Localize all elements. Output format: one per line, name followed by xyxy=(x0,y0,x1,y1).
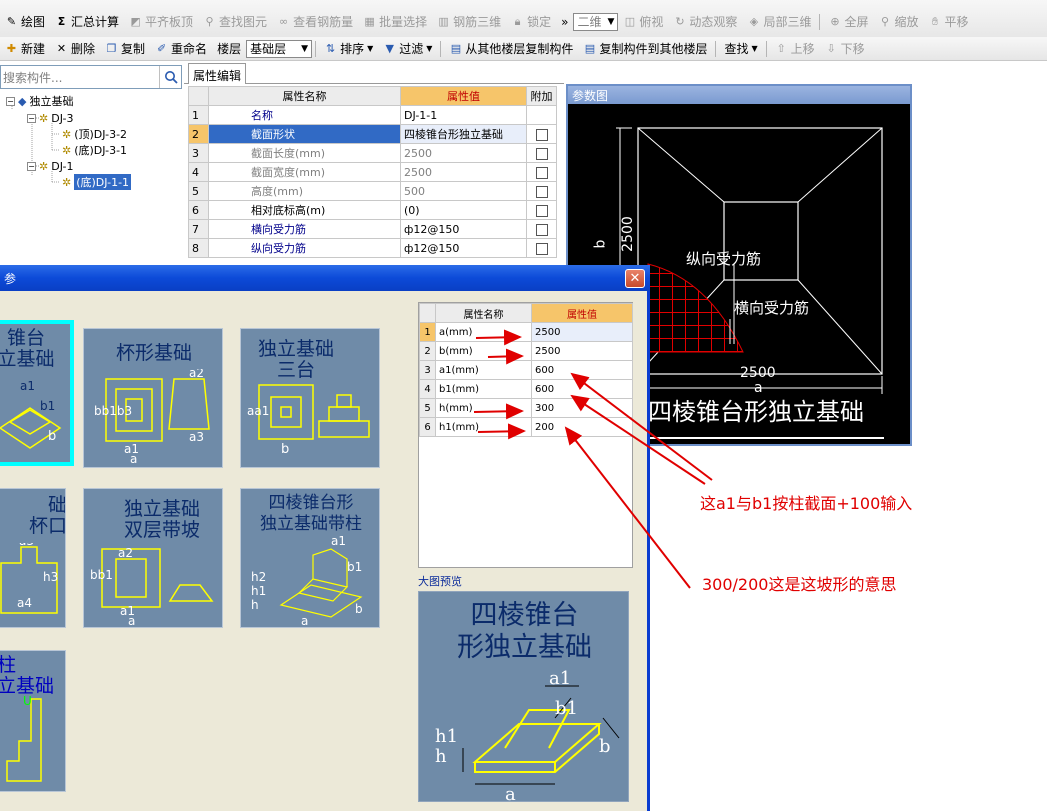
annotation-note-a1-b1: 这a1与b1按柱截面+100输入 xyxy=(700,494,913,513)
annotation-arrows xyxy=(473,329,713,589)
annotation-note-slope: 300/200这是这坡形的意思 xyxy=(702,575,897,594)
